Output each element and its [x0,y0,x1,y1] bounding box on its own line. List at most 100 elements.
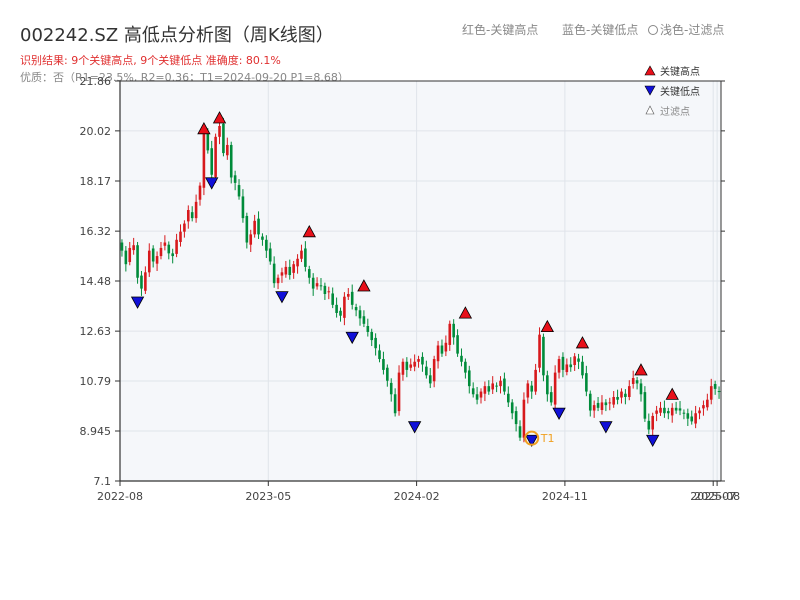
candle-body [667,411,670,414]
candle-body [596,402,600,408]
candlestick-chart: T1 7.1 8.945 10.79 12.63 14.48 16.32 18.17 20.0… [80,65,741,503]
candle-body [366,325,370,332]
y-tick-label: 14.48 [80,275,112,288]
candle-body [331,293,334,305]
candle-body [690,416,694,422]
candle-body [600,402,604,410]
candle-body [604,402,608,406]
candle-body [553,372,557,405]
candle-body [577,358,580,362]
legend-filtered-label: 过滤点 [660,105,690,118]
candle-body [386,367,389,381]
candle-body [257,218,260,235]
candle-body [151,248,155,262]
candle-body [378,350,381,360]
candle-body [229,144,233,178]
candle-body [507,393,510,403]
legend-low-label: 关键低点 [660,85,700,98]
candle-body [175,239,178,254]
candle-body [389,382,393,395]
candle-body [249,234,253,245]
candle-body [526,383,530,398]
candle-body [210,148,214,175]
candle-body [241,196,245,219]
candle-body [140,275,143,289]
candle-body [651,415,655,430]
candle-body [557,359,561,373]
candle-body [518,426,522,438]
candle-body [214,136,217,177]
y-tick-label: 16.32 [80,225,112,238]
candle-body [350,291,354,305]
candle-body [218,125,221,137]
candle-body [581,361,584,376]
candle-body [362,316,366,324]
candle-body [421,356,424,365]
candle-body [311,277,315,289]
candle-body [132,245,135,251]
candle-body [190,212,194,219]
candle-body [198,185,202,200]
candle-body [561,356,565,370]
candle-body [276,277,280,284]
candle-body [354,307,358,311]
candle-body [253,220,256,235]
candle-body [460,355,463,362]
candle-body [452,323,455,338]
candle-body [709,386,713,400]
candle-body [409,364,413,368]
candle-body [530,385,534,392]
legend-high-label: 关键高点 [660,65,700,78]
candle-body [670,407,674,416]
candle-body [425,366,428,376]
candle-body [265,239,268,251]
candle-body [343,296,346,318]
candle-body [659,407,662,413]
candle-body [663,407,666,414]
candle-body [436,345,440,362]
candle-body [233,175,237,183]
candle-body [573,356,576,366]
candle-body [682,412,686,414]
candle-body [678,408,682,411]
candle-body [694,413,697,424]
candle-body [655,410,658,414]
x-tick-label: 2023-05 [245,490,291,503]
candle-body [464,361,467,373]
candle-body [616,396,619,400]
candle-body [702,405,705,409]
candle-body [124,250,128,265]
y-tick-label: 10.79 [80,375,112,388]
t1-label: T1 [540,432,555,445]
candle-body [144,272,147,291]
candle-body [292,264,295,273]
candle-body [514,411,518,425]
candle-body [405,361,409,370]
candle-body [631,378,635,384]
y-tick-label: 18.17 [80,175,112,188]
candle-body [280,272,284,276]
candle-body [542,336,545,376]
candle-body [222,123,225,154]
candle-body [510,402,514,414]
candle-body [245,215,249,243]
candle-body [499,380,502,387]
candle-body [585,373,588,392]
candle-body [261,236,264,240]
candle-body [128,247,132,263]
candle-body [147,250,151,273]
candle-body [432,359,436,382]
candle-body [307,269,311,278]
candle-body [588,393,592,411]
candle-body [495,385,498,387]
candle-body [335,304,338,313]
candle-body [635,380,639,384]
candle-body [382,359,385,370]
candle-body [487,386,491,392]
candle-body [393,394,397,414]
candle-body [327,291,331,293]
candle-body [639,383,643,395]
x-tick-label: 2025-08 [694,490,740,503]
candle-body [194,201,198,219]
candle-body [456,335,459,354]
